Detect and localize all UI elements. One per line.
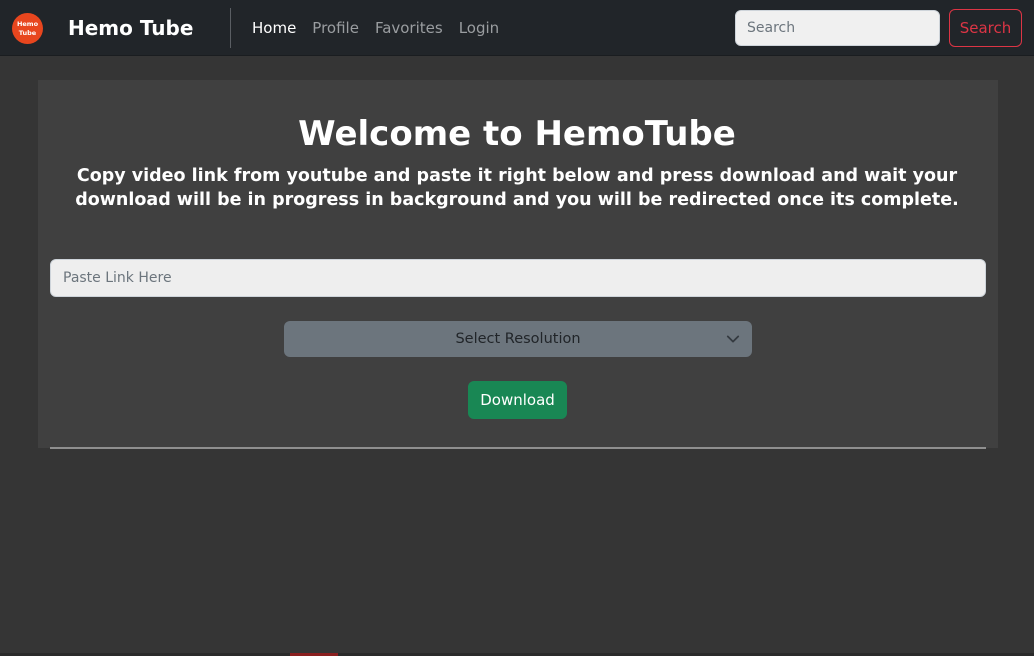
nav-link-profile[interactable]: Profile	[312, 18, 359, 38]
page-subtitle: Copy video link from youtube and paste i…	[75, 166, 959, 210]
nav-link-login[interactable]: Login	[459, 18, 499, 38]
resolution-select[interactable]: Select Resolution	[284, 321, 752, 357]
download-button[interactable]: Download	[468, 381, 567, 419]
nav-links: Home Profile Favorites Login	[252, 18, 499, 38]
navbar: Hemo Tube Hemo Tube Home Profile Favorit…	[0, 0, 1034, 56]
search-button[interactable]: Search	[949, 9, 1022, 47]
logo-line-2: Tube	[18, 28, 37, 37]
search-input[interactable]	[735, 10, 940, 46]
brand-name[interactable]: Hemo Tube	[68, 15, 193, 41]
logo-line-1: Hemo	[16, 19, 39, 28]
divider-line	[50, 447, 986, 449]
chevron-down-icon	[726, 335, 740, 343]
nav-divider	[230, 8, 231, 48]
video-link-input[interactable]	[50, 259, 986, 297]
nav-link-home[interactable]: Home	[252, 18, 296, 38]
nav-link-favorites[interactable]: Favorites	[375, 18, 443, 38]
page-title: Welcome to HemoTube	[298, 114, 736, 154]
hemo-tube-logo[interactable]: Hemo Tube	[12, 13, 43, 44]
resolution-select-label: Select Resolution	[455, 331, 581, 347]
